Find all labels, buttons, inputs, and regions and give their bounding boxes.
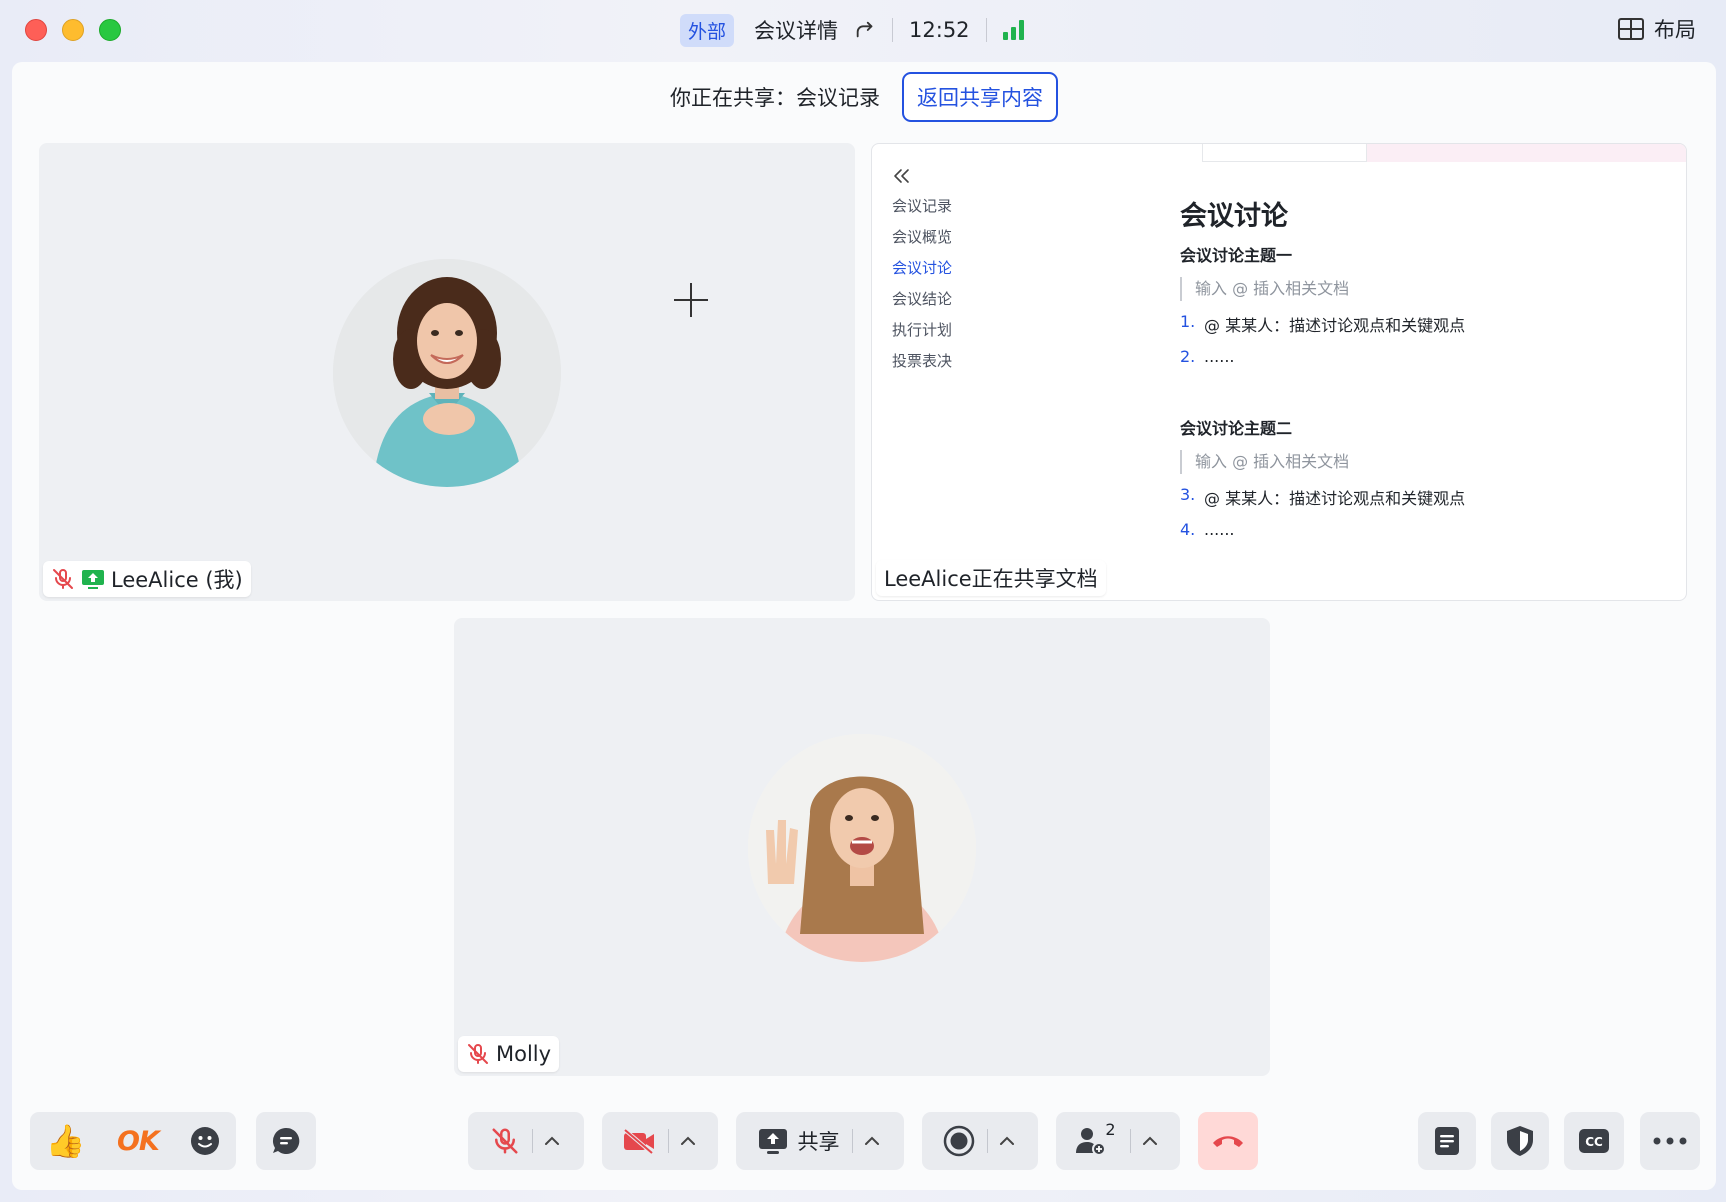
doc-heading: 会议讨论	[1180, 201, 1288, 232]
add-participant-icon	[1076, 1128, 1107, 1156]
chevron-up-icon[interactable]	[996, 1130, 1018, 1152]
hang-up-icon	[1213, 1136, 1243, 1147]
list-item: 1. @ 某某人：描述讨论观点和关键观点	[1180, 312, 1466, 335]
participants-button[interactable]: 2	[1056, 1112, 1180, 1170]
record-icon[interactable]	[943, 1125, 975, 1157]
meeting-info-group: 外部 会议详情 12:52	[680, 13, 1024, 47]
insert-doc-placeholder[interactable]: 输入 @ 插入相关文档	[1180, 450, 1640, 474]
minimize-window-button[interactable]	[62, 19, 84, 41]
chevron-up-icon[interactable]	[541, 1130, 563, 1152]
document-notes-icon	[1435, 1127, 1459, 1155]
participant-name: LeeAlice (我)	[111, 568, 243, 592]
network-signal-icon[interactable]	[1002, 20, 1024, 40]
outline-item[interactable]: 会议概览	[892, 227, 952, 258]
svg-text:CC: CC	[1585, 1135, 1603, 1149]
microphone-button[interactable]	[468, 1112, 584, 1170]
outline-item[interactable]: 会议结论	[892, 289, 952, 320]
share-screen-icon	[758, 1129, 787, 1154]
outline-item[interactable]: 投票表决	[892, 351, 952, 382]
video-tile-leealice[interactable]: LeeAlice (我)	[39, 143, 855, 601]
layout-label: 布局	[1654, 18, 1696, 42]
notes-button[interactable]	[1418, 1112, 1476, 1170]
share-screen-button[interactable]: 共享	[736, 1112, 904, 1170]
share-banner: 你正在共享：会议记录 返回共享内容	[12, 72, 1716, 122]
participant-name: Molly	[496, 1042, 552, 1066]
outline-item-active[interactable]: 会议讨论	[892, 258, 952, 289]
sharing-tile-text: LeeAlice正在共享文档	[884, 567, 1098, 591]
collapse-outline-icon[interactable]	[892, 166, 912, 186]
close-window-button[interactable]	[25, 19, 47, 41]
participant-count: 2	[1105, 1119, 1116, 1139]
share-arrow-icon[interactable]	[854, 19, 876, 41]
mic-muted-icon[interactable]	[490, 1126, 520, 1156]
more-dots-icon	[1653, 1137, 1687, 1145]
shared-document-tile[interactable]: 会议记录 会议概览 会议讨论 会议结论 执行计划 投票表决 会议讨论 会议讨论主…	[871, 143, 1687, 601]
list-item: 2. ......	[1180, 347, 1235, 366]
outline-item[interactable]: 执行计划	[892, 320, 952, 351]
maximize-window-button[interactable]	[99, 19, 121, 41]
doc-top-table-fragment	[1202, 144, 1686, 162]
camera-off-icon[interactable]	[622, 1127, 656, 1155]
reactions-group: 👍 OK	[30, 1112, 236, 1170]
layout-button[interactable]: 布局	[1618, 14, 1696, 44]
insert-doc-placeholder[interactable]: 输入 @ 插入相关文档	[1180, 277, 1640, 301]
screen-share-icon	[82, 570, 104, 589]
section-title: 会议讨论主题二	[1180, 419, 1293, 438]
doc-outline: 会议记录 会议概览 会议讨论 会议结论 执行计划 投票表决	[892, 196, 952, 382]
list-item: 3. @ 某某人：描述讨论观点和关键观点	[1180, 485, 1466, 508]
mic-muted-icon	[53, 569, 73, 589]
captions-button[interactable]: CC	[1564, 1112, 1624, 1170]
doc-content: 会议讨论 会议讨论主题一 输入 @ 插入相关文档 1. @ 某某人：描述讨论观点…	[1180, 194, 1640, 555]
emoji-picker-icon[interactable]	[190, 1126, 220, 1156]
chevron-up-icon[interactable]	[677, 1130, 699, 1152]
video-tile-molly[interactable]: Molly	[454, 618, 1270, 1076]
return-to-shared-content-button[interactable]: 返回共享内容	[902, 72, 1058, 122]
divider	[892, 18, 894, 42]
title-bar: 外部 会议详情 12:52 布局	[0, 0, 1726, 60]
outline-item[interactable]: 会议记录	[892, 196, 952, 227]
section-title: 会议讨论主题一	[1180, 246, 1293, 265]
participant-name-tag: Molly	[458, 1036, 560, 1072]
crosshair-cursor-icon	[674, 283, 708, 317]
external-badge: 外部	[680, 13, 735, 47]
leave-meeting-button[interactable]	[1198, 1112, 1258, 1170]
ok-reaction-button[interactable]: OK	[117, 1126, 160, 1157]
divider	[985, 18, 987, 42]
more-options-button[interactable]	[1640, 1112, 1700, 1170]
meeting-stage: 你正在共享：会议记录 返回共享内容 LeeAlice (我) 会议记录 会议概览…	[12, 62, 1716, 1190]
list-item: 4. ......	[1180, 520, 1235, 539]
chevron-up-icon[interactable]	[1139, 1130, 1161, 1152]
closed-captions-icon: CC	[1579, 1129, 1609, 1153]
security-button[interactable]	[1491, 1112, 1549, 1170]
meeting-clock: 12:52	[909, 18, 970, 42]
sharing-status-text: 你正在共享：会议记录	[670, 86, 880, 110]
chat-button[interactable]	[256, 1112, 316, 1170]
chevron-up-icon[interactable]	[861, 1130, 883, 1152]
sharing-tile-label: LeeAlice正在共享文档	[876, 560, 1106, 596]
avatar-leealice	[333, 259, 561, 487]
mic-muted-icon	[468, 1044, 488, 1064]
participant-name-tag: LeeAlice (我)	[43, 561, 251, 597]
camera-button[interactable]	[602, 1112, 718, 1170]
share-label: 共享	[797, 1130, 840, 1154]
record-button[interactable]	[922, 1112, 1038, 1170]
avatar-molly	[748, 734, 976, 962]
grid-layout-icon	[1618, 18, 1644, 40]
meeting-details-link[interactable]: 会议详情	[754, 15, 838, 45]
thumbs-up-reaction-button[interactable]: 👍	[46, 1125, 86, 1157]
chat-bubble-icon	[272, 1127, 300, 1154]
shield-icon	[1507, 1126, 1533, 1156]
